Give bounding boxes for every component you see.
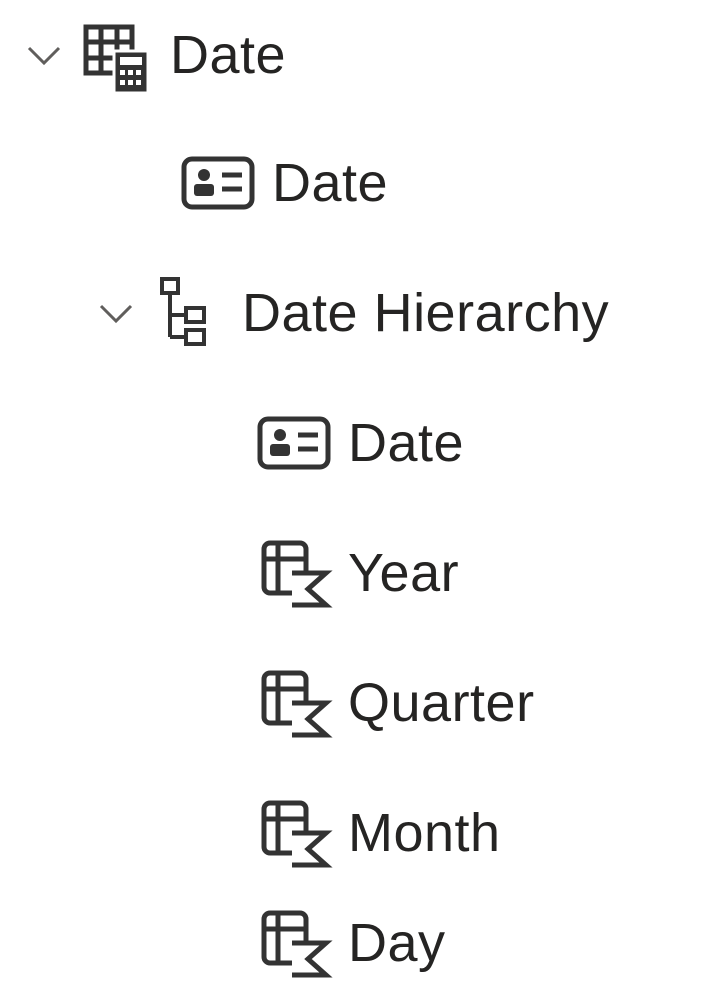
tree-item-table-date[interactable]: Date bbox=[22, 0, 286, 110]
tree-item-label: Year bbox=[348, 543, 460, 603]
tree-item-level-quarter[interactable]: Quarter bbox=[254, 648, 535, 758]
tree-item-label: Date bbox=[170, 25, 287, 85]
tree-item-label: Date bbox=[348, 413, 465, 473]
tree-item-label: Day bbox=[348, 913, 446, 973]
chevron-down-icon[interactable] bbox=[94, 291, 138, 335]
column-card-icon bbox=[178, 143, 258, 223]
calculated-table-icon bbox=[76, 15, 156, 95]
tree-item-label: Month bbox=[348, 803, 501, 863]
tree-item-label: Date Hierarchy bbox=[242, 283, 610, 343]
fields-tree: Date Date Date Hierarchy Date Year Quart… bbox=[0, 0, 719, 998]
column-card-icon bbox=[254, 403, 334, 483]
tree-item-label: Quarter bbox=[348, 673, 535, 733]
tree-item-level-year[interactable]: Year bbox=[254, 518, 459, 628]
tree-item-date-hierarchy[interactable]: Date Hierarchy bbox=[94, 258, 609, 368]
tree-item-label: Date bbox=[272, 153, 389, 213]
calculated-column-icon bbox=[254, 533, 334, 613]
tree-item-level-month[interactable]: Month bbox=[254, 778, 501, 888]
tree-item-level-date[interactable]: Date bbox=[254, 388, 464, 498]
calculated-column-icon bbox=[254, 663, 334, 743]
hierarchy-icon bbox=[148, 273, 228, 353]
calculated-column-icon bbox=[254, 793, 334, 873]
tree-item-level-day[interactable]: Day bbox=[254, 888, 446, 998]
calculated-column-icon bbox=[254, 903, 334, 983]
tree-item-column-date[interactable]: Date bbox=[178, 128, 388, 238]
chevron-down-icon[interactable] bbox=[22, 33, 66, 77]
